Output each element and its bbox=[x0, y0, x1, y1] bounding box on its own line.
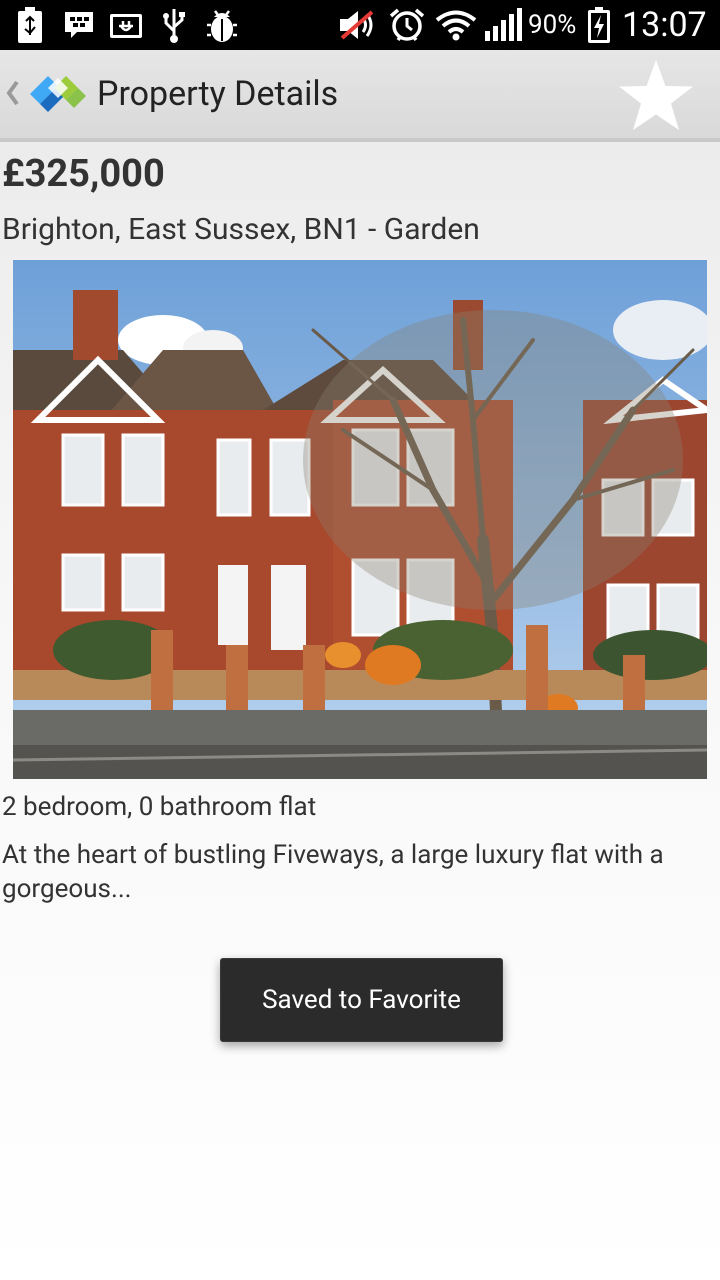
status-bar: 90% 13:07 bbox=[0, 0, 720, 50]
wifi-icon bbox=[434, 6, 478, 44]
property-photo bbox=[13, 260, 707, 779]
mute-icon bbox=[338, 6, 378, 44]
property-details-content: £325,000 Brighton, East Sussex, BN1 - Ga… bbox=[0, 142, 720, 1280]
app-logo-icon bbox=[28, 74, 88, 118]
up-button[interactable] bbox=[0, 50, 92, 138]
battery-charging-icon bbox=[586, 6, 612, 44]
battery-percent: 90% bbox=[528, 10, 577, 40]
alarm-icon bbox=[388, 6, 426, 44]
page-title: Property Details bbox=[97, 74, 339, 114]
debug-bug-icon bbox=[204, 6, 240, 44]
saved-toast: Saved to Favorite bbox=[220, 958, 503, 1042]
status-time: 13:07 bbox=[622, 5, 707, 45]
signal-icon bbox=[482, 6, 524, 44]
property-price: £325,000 bbox=[2, 152, 165, 196]
usb-icon bbox=[160, 6, 188, 44]
battery-usb-icon bbox=[16, 6, 44, 44]
property-summary: 2 bedroom, 0 bathroom flat bbox=[2, 792, 317, 822]
action-bar: Property Details bbox=[0, 50, 720, 142]
property-description: At the heart of bustling Fiveways, a lar… bbox=[2, 840, 664, 904]
bbm-icon bbox=[62, 6, 96, 44]
chevron-left-icon bbox=[6, 80, 20, 110]
charging-plug-icon bbox=[108, 6, 144, 44]
favorite-button[interactable] bbox=[614, 58, 698, 138]
property-address: Brighton, East Sussex, BN1 - Garden bbox=[2, 212, 480, 247]
star-icon bbox=[616, 58, 696, 138]
